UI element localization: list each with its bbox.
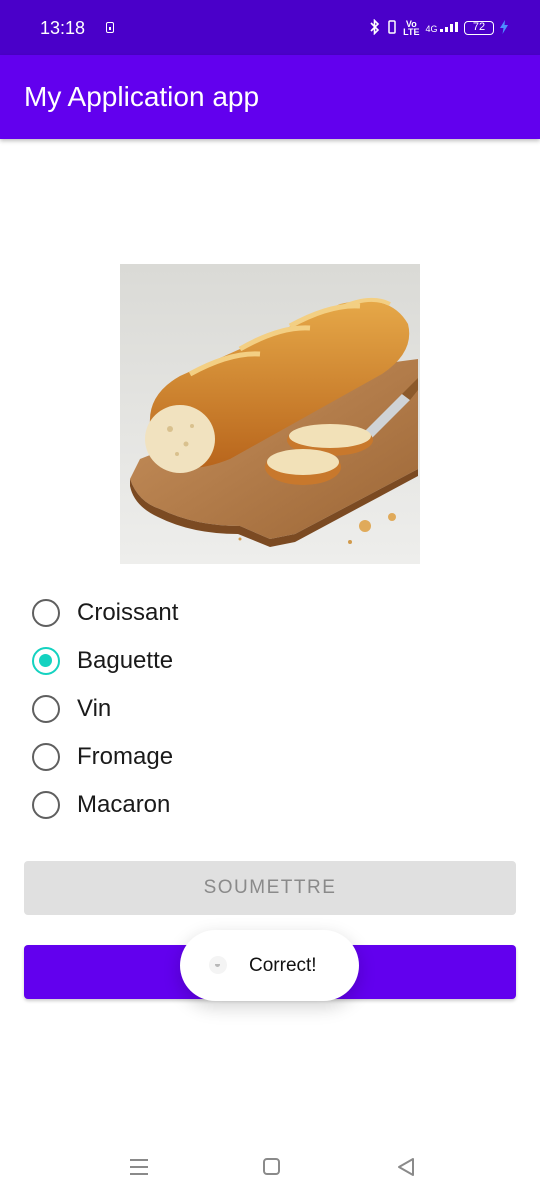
back-icon[interactable] (397, 1157, 415, 1177)
submit-button[interactable]: SOUMETTRE (24, 861, 516, 915)
status-bar: 13:18 Vo LTE 4G 72 (0, 0, 540, 55)
app-bar: My Application app (0, 55, 540, 139)
toast-text: Correct! (249, 955, 317, 976)
radio-label: Baguette (77, 647, 174, 674)
battery-level: 72 (472, 21, 486, 33)
battery-saver-icon (106, 22, 114, 33)
status-icons: Vo LTE 4G 72 (369, 18, 508, 38)
radio-button-icon[interactable] (32, 743, 60, 771)
recents-menu-icon[interactable] (130, 1159, 148, 1175)
radio-button-icon[interactable] (32, 791, 60, 819)
radio-option-fromage[interactable]: Fromage (32, 733, 502, 781)
network-type: 4G (425, 24, 438, 34)
radio-option-vin[interactable]: Vin (32, 685, 502, 733)
bluetooth-icon (369, 18, 381, 38)
charging-icon (500, 19, 508, 37)
app-title: My Application app (24, 81, 260, 112)
volte-label-bottom: LTE (403, 27, 420, 37)
answer-radio-group: Croissant Baguette Vin Fromage Macaron (32, 589, 502, 829)
battery-icon: 72 (464, 21, 494, 35)
toast-message: Correct! (180, 930, 359, 1001)
navigation-bar (0, 1134, 540, 1200)
status-time: 13:18 (40, 18, 86, 38)
vibrate-icon (387, 19, 397, 37)
radio-label: Macaron (77, 791, 171, 818)
radio-button-icon[interactable] (32, 599, 60, 627)
radio-option-croissant[interactable]: Croissant (32, 589, 502, 637)
radio-label: Croissant (77, 599, 179, 626)
radio-option-macaron[interactable]: Macaron (32, 781, 502, 829)
radio-button-checked-icon[interactable] (32, 647, 60, 675)
radio-label: Vin (77, 695, 112, 722)
app-icon (209, 956, 227, 974)
baguette-bread-image (120, 264, 420, 564)
radio-label: Fromage (77, 743, 174, 770)
volte-icon: Vo LTE (403, 20, 420, 37)
radio-button-icon[interactable] (32, 695, 60, 723)
signal-4g-icon: 4G (425, 22, 458, 34)
home-icon[interactable] (263, 1158, 280, 1175)
radio-option-baguette[interactable]: Baguette (32, 637, 502, 685)
